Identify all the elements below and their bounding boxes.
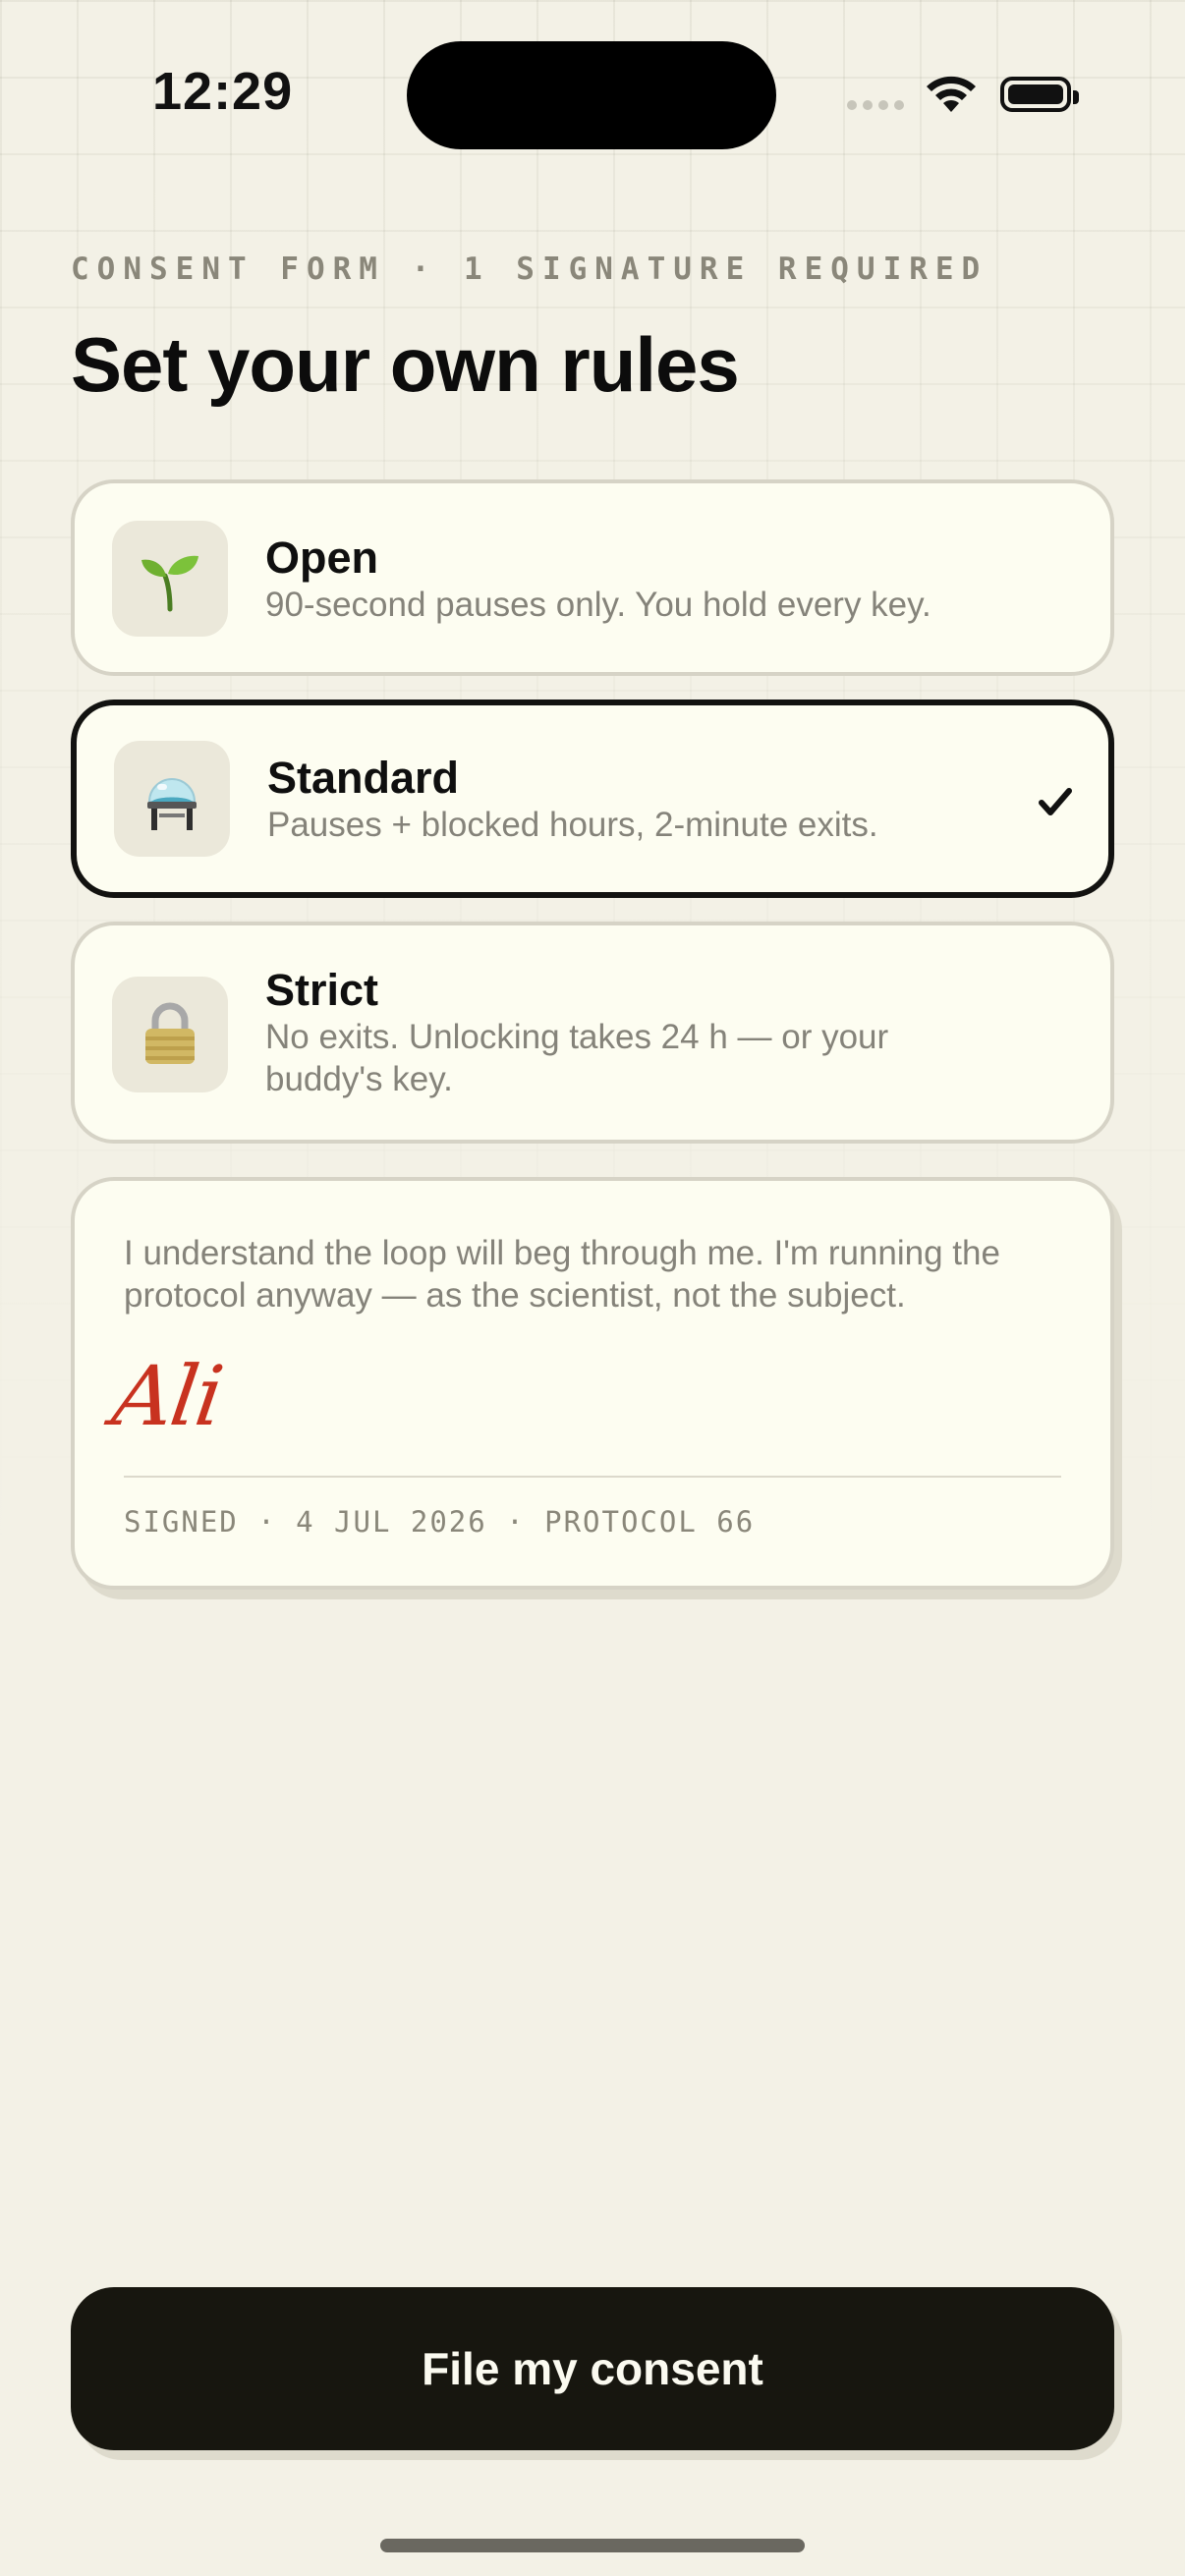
- option-description: Pauses + blocked hours, 2-minute exits.: [267, 806, 878, 844]
- battery-icon: [1000, 77, 1079, 112]
- option-name: Strict: [265, 965, 379, 1015]
- option-icon-tile: [112, 521, 228, 637]
- wifi-icon: [927, 76, 976, 112]
- dynamic-island: [407, 41, 776, 149]
- consent-signature-card[interactable]: I understand the loop will beg through m…: [71, 1177, 1114, 1590]
- option-description: 90-second pauses only. You hold every ke…: [265, 586, 931, 624]
- option-description: No exits. Unlocking takes 24 h — or your…: [265, 1018, 889, 1098]
- file-consent-button[interactable]: File my consent: [71, 2287, 1114, 2450]
- status-time: 12:29: [152, 62, 294, 121]
- option-open-card[interactable]: Open 90-second pauses only. You hold eve…: [71, 479, 1114, 676]
- option-icon-tile: [114, 741, 230, 857]
- status-bar: 12:29: [0, 0, 1185, 187]
- consent-statement: I understand the loop will beg through m…: [124, 1234, 1000, 1315]
- option-icon-tile: [112, 977, 228, 1092]
- home-indicator[interactable]: [380, 2539, 805, 2552]
- option-name: Standard: [267, 753, 460, 803]
- option-name: Open: [265, 532, 379, 583]
- option-standard-card[interactable]: Standard Pauses + blocked hours, 2-minut…: [71, 700, 1114, 898]
- form-eyebrow: CONSENT FORM · 1 SIGNATURE REQUIRED: [71, 252, 988, 287]
- page-title: Set your own rules: [71, 321, 740, 408]
- checkmark-icon: [1039, 788, 1072, 815]
- option-strict-card[interactable]: Strict No exits. Unlocking takes 24 h — …: [71, 922, 1114, 1144]
- lock-icon: [145, 1002, 195, 1064]
- flask-icon: [147, 778, 197, 830]
- signature-meta: SIGNED · 4 JUL 2026 · PROTOCOL 66: [124, 1505, 756, 1539]
- signature-line: [124, 1476, 1061, 1478]
- signature[interactable]: Ali: [107, 1348, 227, 1444]
- seedling-icon: [141, 555, 198, 612]
- cellular-signal-icon: [847, 100, 904, 110]
